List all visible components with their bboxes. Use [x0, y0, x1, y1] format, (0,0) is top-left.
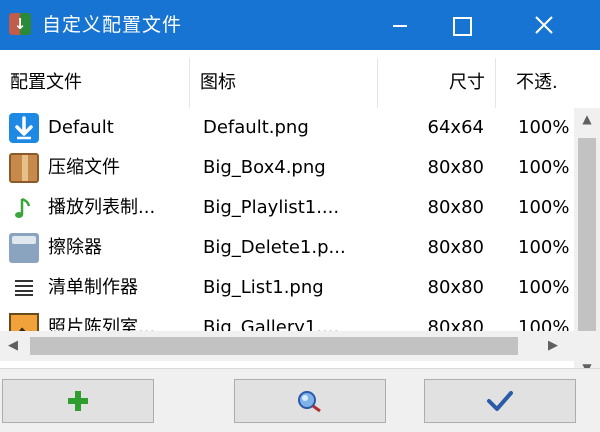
box-icon: [9, 153, 39, 183]
horizontal-scroll-thumb[interactable]: [30, 337, 518, 355]
opacity-value: 100%: [518, 237, 570, 258]
profile-name: Default: [48, 117, 114, 138]
table-row[interactable]: Default Default.png 64x64 100%: [0, 108, 574, 148]
icon-size: 80x80: [427, 277, 484, 298]
icon-filename: Default.png: [203, 117, 309, 138]
scroll-left-arrow-icon[interactable]: ◀: [0, 331, 26, 361]
icon-filename: Big_Box4.png: [203, 157, 326, 178]
icon-filename: Big_Delete1.p...: [203, 237, 346, 258]
icon-filename: Big_Gallery1....: [203, 317, 340, 331]
column-header-opacity[interactable]: 不透.: [496, 58, 574, 108]
table-row[interactable]: 清单制作器 Big_List1.png 80x80 100%: [0, 268, 574, 308]
download-icon: [9, 113, 39, 143]
icon-size: 80x80: [427, 237, 484, 258]
add-button[interactable]: [2, 379, 154, 423]
title-bar: ↓ 自定义配置文件: [0, 0, 600, 50]
vertical-scroll-thumb[interactable]: [578, 138, 596, 348]
preview-button[interactable]: [234, 379, 386, 423]
button-bar: [0, 368, 600, 432]
close-button[interactable]: [515, 0, 573, 50]
column-header-profile[interactable]: 配置文件: [0, 58, 190, 108]
scroll-up-arrow-icon[interactable]: ▲: [574, 108, 600, 130]
maximize-button[interactable]: [430, 0, 488, 50]
table-row[interactable]: 擦除器 Big_Delete1.p... 80x80 100%: [0, 228, 574, 268]
table-row[interactable]: 播放列表制... Big_Playlist1.... 80x80 100%: [0, 188, 574, 228]
checkmark-icon: [487, 391, 513, 411]
opacity-value: 100%: [518, 157, 570, 178]
list-header: 配置文件 图标 尺寸 不透.: [0, 58, 574, 108]
horizontal-scrollbar[interactable]: ◀ ▶: [0, 331, 574, 361]
icon-size: 64x64: [427, 117, 484, 138]
profile-name: 照片陈列室...: [48, 317, 156, 331]
ok-button[interactable]: [424, 379, 576, 423]
profile-list[interactable]: 配置文件 图标 尺寸 不透. Default Default.png 64x64…: [0, 50, 600, 389]
table-row[interactable]: 压缩文件 Big_Box4.png 80x80 100%: [0, 148, 574, 188]
opacity-value: 100%: [518, 197, 570, 218]
app-icon-glyph: ↓: [13, 15, 27, 33]
minimize-button[interactable]: [370, 0, 428, 50]
icon-size: 80x80: [427, 317, 484, 331]
column-header-size[interactable]: 尺寸: [378, 58, 496, 108]
plus-icon: [68, 391, 88, 411]
scrollbar-corner: [574, 331, 600, 361]
icon-size: 80x80: [427, 197, 484, 218]
icon-filename: Big_Playlist1....: [203, 197, 340, 218]
window-title: 自定义配置文件: [42, 14, 183, 36]
shredder-icon: [9, 233, 39, 263]
opacity-value: 100%: [518, 317, 570, 331]
music-note-icon: [9, 193, 39, 223]
app-icon: ↓: [9, 13, 31, 35]
close-icon: [535, 16, 553, 34]
profile-name: 播放列表制...: [48, 197, 156, 218]
table-row[interactable]: 照片陈列室... Big_Gallery1.... 80x80 100%: [0, 308, 574, 331]
profile-name: 擦除器: [48, 237, 102, 258]
magnifier-icon: [298, 391, 321, 413]
list-rows: Default Default.png 64x64 100% 压缩文件 Big_…: [0, 108, 574, 331]
list-icon: [9, 273, 39, 303]
opacity-value: 100%: [518, 277, 570, 298]
icon-filename: Big_List1.png: [203, 277, 324, 298]
column-header-icon[interactable]: 图标: [190, 58, 378, 108]
icon-size: 80x80: [427, 157, 484, 178]
scroll-right-arrow-icon[interactable]: ▶: [540, 331, 566, 361]
profile-name: 清单制作器: [48, 277, 138, 298]
gallery-icon: [9, 313, 39, 331]
opacity-value: 100%: [518, 117, 570, 138]
profile-name: 压缩文件: [48, 157, 120, 178]
